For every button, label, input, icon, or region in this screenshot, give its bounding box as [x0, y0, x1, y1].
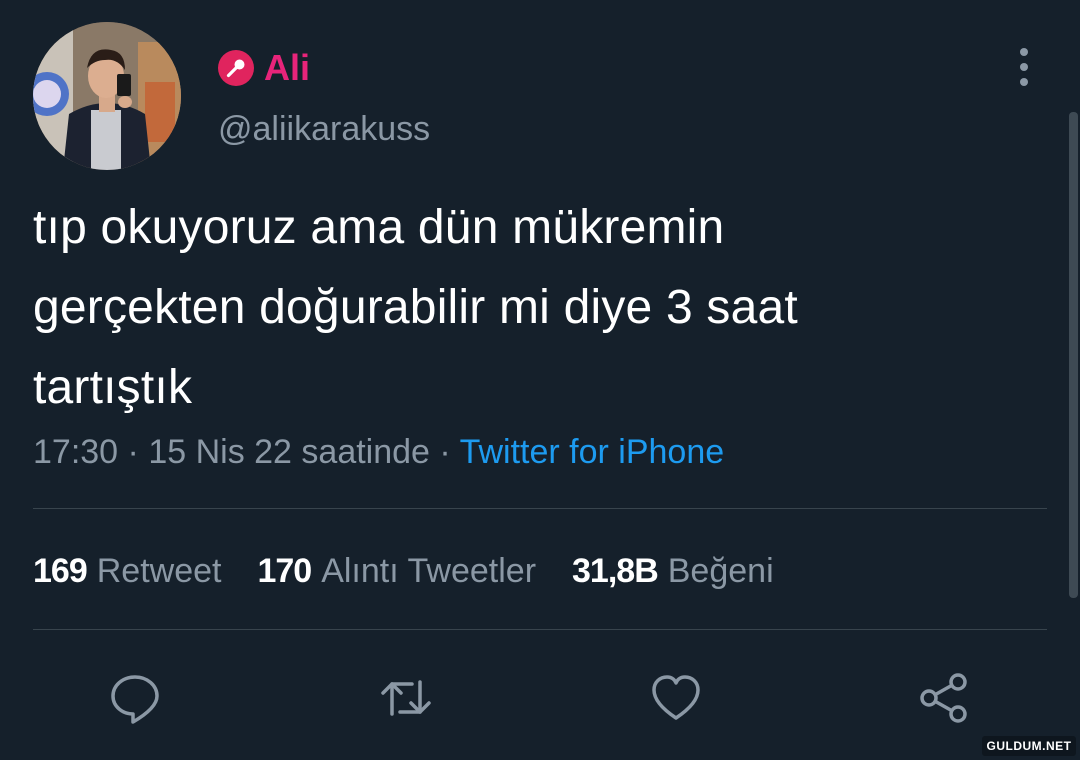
- scrollbar[interactable]: [1069, 112, 1078, 598]
- like-count: 31,8B: [572, 551, 659, 590]
- watermark: GULDUM.NET: [982, 736, 1076, 756]
- more-options-icon[interactable]: [1006, 44, 1042, 90]
- microphone-icon: [218, 50, 254, 86]
- divider: [33, 508, 1047, 509]
- quote-count-stat[interactable]: 170 Alıntı Tweetler: [257, 552, 536, 591]
- like-button[interactable]: [646, 668, 706, 728]
- tweet-text-line: tıp okuyoruz ama dün mükremin: [33, 201, 725, 254]
- like-count-stat[interactable]: 31,8B Beğeni: [572, 552, 774, 591]
- tweet-source-link[interactable]: Twitter for iPhone: [460, 433, 725, 471]
- avatar[interactable]: [33, 22, 181, 170]
- meta-separator: ·: [127, 433, 139, 471]
- retweet-count-stat[interactable]: 169 Retweet: [33, 552, 221, 591]
- reply-button[interactable]: [105, 668, 165, 728]
- tweet-time[interactable]: 17:30: [33, 433, 118, 471]
- like-icon: [652, 675, 700, 720]
- reply-icon: [111, 675, 159, 724]
- retweet-button[interactable]: [376, 668, 436, 728]
- author-display-name[interactable]: Ali: [264, 46, 310, 90]
- like-label: Beğeni: [667, 551, 774, 590]
- quote-count: 170: [257, 551, 312, 590]
- tweet-text-line: gerçekten doğurabilir mi diye 3 saat: [33, 281, 798, 334]
- tweet-date[interactable]: 15 Nis 22 saatinde: [148, 433, 430, 471]
- tweet-actions: [0, 668, 1080, 728]
- retweet-label: Retweet: [96, 551, 222, 590]
- author-name-row[interactable]: Ali: [218, 46, 310, 90]
- author-handle[interactable]: @aliikarakuss: [218, 107, 430, 151]
- share-button[interactable]: [914, 668, 974, 728]
- meta-separator: ·: [439, 433, 451, 471]
- quote-label: Alıntı Tweetler: [321, 551, 537, 590]
- tweet-stats: 169 Retweet 170 Alıntı Tweetler 31,8B Beğen…: [33, 546, 810, 596]
- retweet-count: 169: [33, 551, 88, 590]
- tweet-text-line: tartıştık: [33, 361, 193, 414]
- retweet-icon: [381, 680, 431, 716]
- tweet-meta: 17:30 · 15 Nis 22 saatinde · Twitter for…: [33, 428, 724, 476]
- divider: [33, 629, 1047, 630]
- tweet-text: tıp okuyoruz ama dün mükremin gerçekten …: [33, 188, 1033, 428]
- share-icon: [920, 673, 967, 723]
